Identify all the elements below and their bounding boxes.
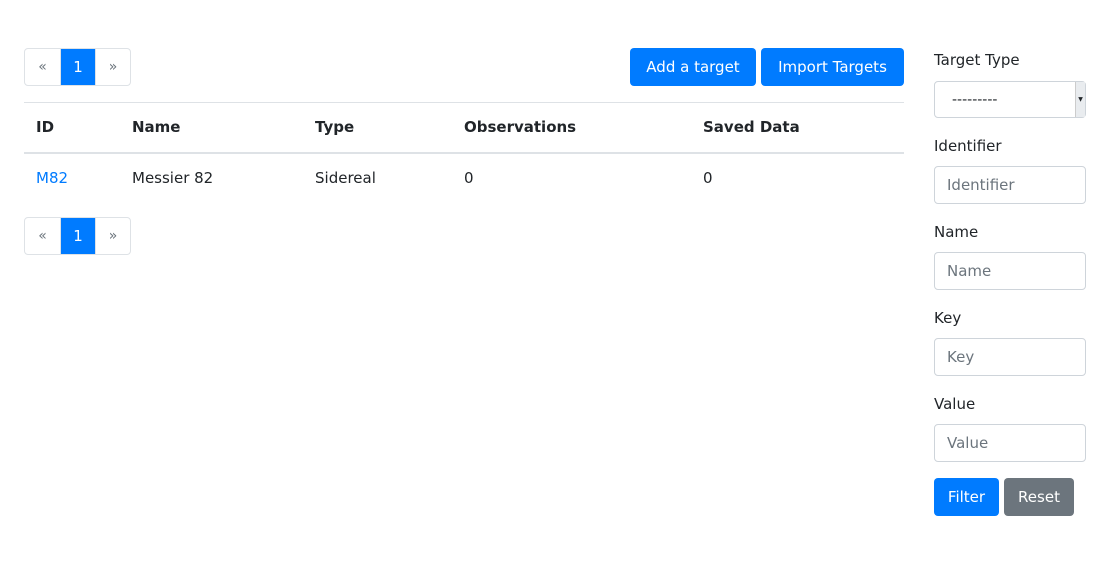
filter-button[interactable]: Filter <box>934 478 999 516</box>
value-label: Value <box>934 395 976 413</box>
add-target-button[interactable]: Add a target <box>630 48 756 86</box>
next-page-button[interactable]: » <box>95 218 130 254</box>
name-input[interactable] <box>934 252 1086 290</box>
value-input[interactable] <box>934 424 1086 462</box>
header-observations[interactable]: Observations <box>452 102 691 154</box>
name-label: Name <box>934 223 979 241</box>
next-page-button[interactable]: » <box>95 49 130 85</box>
target-id-link[interactable]: M82 <box>36 169 68 187</box>
prev-page-button[interactable]: « <box>25 218 60 254</box>
header-saved-data[interactable]: Saved Data <box>691 102 904 154</box>
target-type: Sidereal <box>315 169 376 187</box>
reset-button[interactable]: Reset <box>1004 478 1074 516</box>
import-targets-button[interactable]: Import Targets <box>761 48 904 86</box>
target-type-label: Target Type <box>934 51 1020 69</box>
table-row: M82 Messier 82 Sidereal 0 0 <box>24 153 904 203</box>
target-type-value: --------- <box>952 91 998 108</box>
page-1-button[interactable]: 1 <box>60 218 95 254</box>
dropdown-caret-icon: ▼ <box>1075 82 1085 117</box>
header-id[interactable]: ID <box>24 102 120 154</box>
pagination-top: « 1 » <box>24 48 131 86</box>
header-name[interactable]: Name <box>120 102 303 154</box>
target-name: Messier 82 <box>132 169 214 187</box>
target-saved-data: 0 <box>703 169 713 187</box>
identifier-label: Identifier <box>934 137 1002 155</box>
header-type[interactable]: Type <box>303 102 452 154</box>
target-type-select[interactable]: --------- ▼ <box>934 81 1086 118</box>
pagination-bottom: « 1 » <box>24 217 131 255</box>
identifier-input[interactable] <box>934 166 1086 204</box>
page-1-button[interactable]: 1 <box>60 49 95 85</box>
prev-page-button[interactable]: « <box>25 49 60 85</box>
targets-table: ID Name Type Observations Saved Data M82… <box>24 102 904 203</box>
key-label: Key <box>934 309 962 327</box>
target-observations: 0 <box>464 169 474 187</box>
key-input[interactable] <box>934 338 1086 376</box>
